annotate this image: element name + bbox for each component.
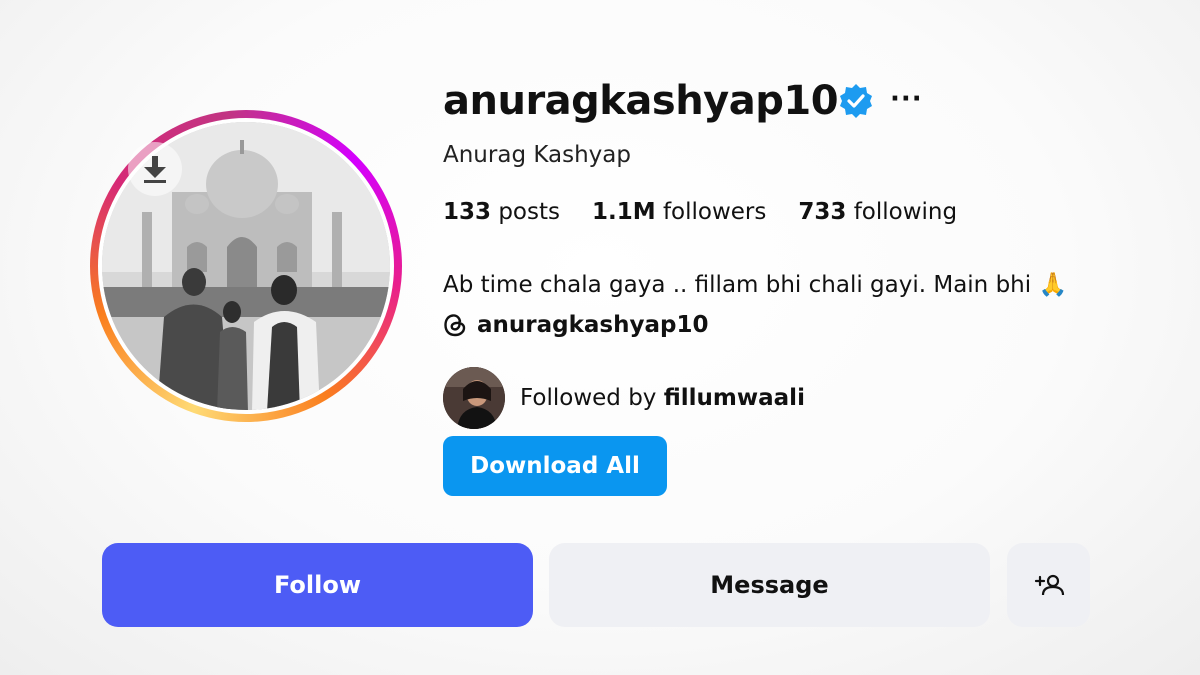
download-all-button[interactable]: Download All bbox=[443, 436, 667, 496]
follow-button[interactable]: Follow bbox=[102, 543, 533, 627]
profile-bio: Ab time chala gaya .. fillam bhi chali g… bbox=[443, 272, 1068, 298]
profile-username: anuragkashyap10 bbox=[443, 78, 839, 124]
add-person-icon bbox=[1034, 574, 1064, 596]
download-arrow-icon bbox=[144, 156, 166, 183]
profile-stats: 133 posts 1.1M followers 733 following bbox=[443, 199, 957, 225]
threads-icon bbox=[444, 314, 466, 337]
posts-stat: 133 posts bbox=[443, 199, 560, 225]
follower-avatar-image bbox=[443, 367, 505, 429]
more-options-button[interactable]: ··· bbox=[890, 84, 923, 114]
threads-link[interactable]: anuragkashyap10 bbox=[443, 312, 708, 338]
suggested-users-button[interactable] bbox=[1007, 543, 1090, 627]
message-button[interactable]: Message bbox=[549, 543, 990, 627]
follower-avatar[interactable] bbox=[443, 367, 505, 429]
followers-stat[interactable]: 1.1M followers bbox=[592, 199, 766, 225]
threads-handle[interactable]: anuragkashyap10 bbox=[477, 312, 708, 338]
followed-by-text: Followed by fillumwaali bbox=[520, 385, 805, 411]
download-photo-button[interactable] bbox=[128, 142, 182, 196]
following-stat[interactable]: 733 following bbox=[798, 199, 957, 225]
verified-badge-icon bbox=[840, 84, 872, 118]
followed-by-user[interactable]: fillumwaali bbox=[664, 385, 805, 411]
profile-full-name: Anurag Kashyap bbox=[443, 142, 631, 168]
